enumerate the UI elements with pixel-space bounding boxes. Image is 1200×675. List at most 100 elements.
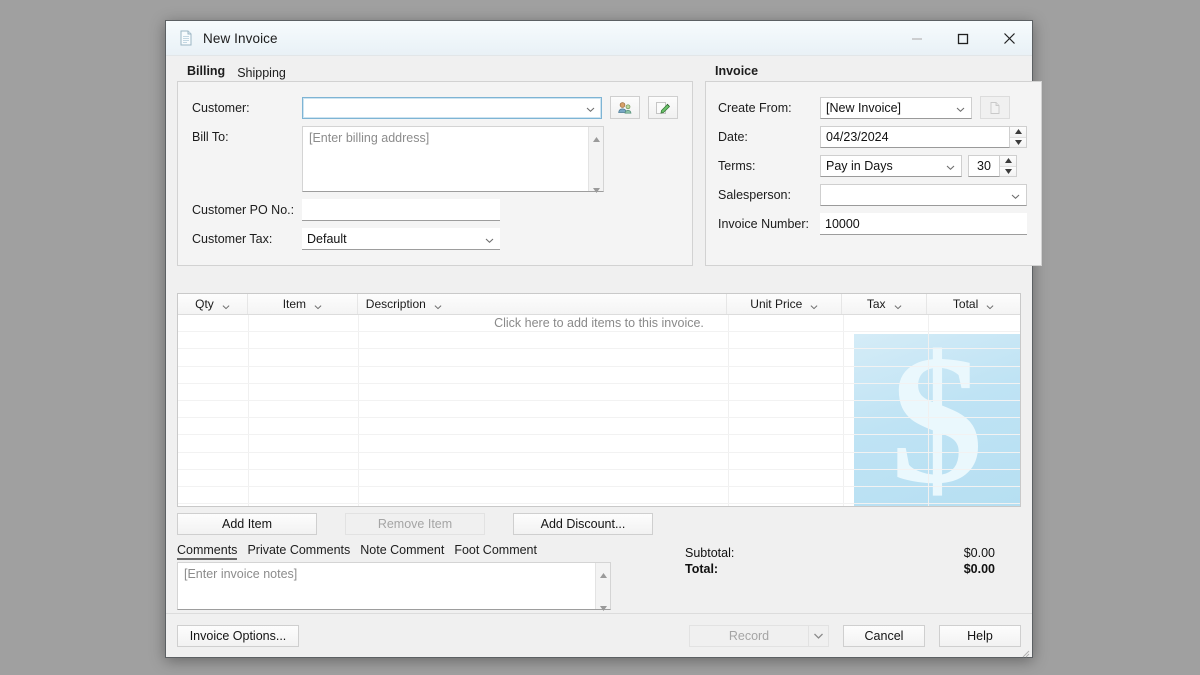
- chevron-down-icon[interactable]: [222, 300, 230, 310]
- billing-panel: Customer: Bill To: [Enter billing addres…: [177, 81, 693, 266]
- chevron-down-icon[interactable]: [314, 300, 322, 310]
- add-item-button[interactable]: Add Item: [177, 513, 317, 535]
- terms-days-input[interactable]: 30: [968, 155, 1000, 177]
- comments-textarea[interactable]: [Enter invoice notes]: [177, 562, 611, 611]
- add-discount-button[interactable]: Add Discount...: [513, 513, 653, 535]
- customer-po-input[interactable]: [302, 199, 500, 221]
- create-from-open-button[interactable]: [980, 96, 1010, 119]
- maximize-button[interactable]: [940, 21, 986, 56]
- terms-days-stepper[interactable]: [1000, 155, 1017, 177]
- customer-tax-select[interactable]: Default: [302, 228, 500, 250]
- total-label: Total:: [685, 562, 719, 576]
- terms-days-stepper-up[interactable]: [1000, 156, 1016, 167]
- remove-item-button[interactable]: Remove Item: [345, 513, 485, 535]
- record-dropdown-button[interactable]: [809, 624, 829, 647]
- table-row[interactable]: [178, 453, 1020, 470]
- resize-grip-icon[interactable]: [1020, 645, 1030, 658]
- chevron-down-icon[interactable]: [810, 300, 818, 310]
- record-split-button: Record: [689, 624, 829, 647]
- chevron-down-icon: [485, 234, 494, 243]
- invoice-number-input[interactable]: 10000: [820, 213, 1027, 235]
- chevron-down-icon: [586, 103, 595, 112]
- date-row: Date: 04/23/2024: [718, 126, 1027, 148]
- create-from-value: [New Invoice]: [826, 100, 902, 115]
- items-grid-empty-hint[interactable]: Click here to add items to this invoice.: [178, 316, 1020, 330]
- terms-value: Pay in Days: [826, 159, 893, 173]
- table-row[interactable]: [178, 435, 1020, 453]
- tab-foot-comment[interactable]: Foot Comment: [454, 543, 537, 560]
- record-button[interactable]: Record: [689, 624, 809, 647]
- scroll-down-icon[interactable]: [592, 181, 601, 193]
- total-value: $0.00: [963, 562, 995, 576]
- comments-scrollbar[interactable]: [595, 563, 610, 611]
- chevron-down-icon[interactable]: [986, 300, 994, 310]
- terms-select[interactable]: Pay in Days: [820, 155, 962, 177]
- invoice-tabstrip: Invoice: [705, 61, 765, 83]
- comments-placeholder: [Enter invoice notes]: [184, 567, 298, 581]
- help-button[interactable]: Help: [939, 624, 1021, 647]
- comments-and-totals: Comments Private Comments Note Comment F…: [177, 543, 1021, 611]
- customer-input[interactable]: [302, 96, 602, 119]
- tab-invoice[interactable]: Invoice: [709, 63, 765, 83]
- date-stepper[interactable]: [1010, 126, 1027, 148]
- column-header-qty[interactable]: Qty: [178, 294, 248, 314]
- column-header-item[interactable]: Item: [248, 294, 358, 314]
- customer-edit-button[interactable]: [648, 96, 678, 119]
- table-row[interactable]: [178, 332, 1020, 350]
- tab-billing[interactable]: Billing: [181, 63, 232, 83]
- create-from-select[interactable]: [New Invoice]: [820, 96, 972, 119]
- terms-row: Terms: Pay in Days 30: [718, 155, 1027, 177]
- terms-days-stepper-down[interactable]: [1000, 166, 1016, 176]
- chevron-down-icon[interactable]: [894, 300, 902, 310]
- table-row[interactable]: [178, 401, 1020, 419]
- items-grid[interactable]: $ Qty Item Description Unit Price Tax Total C…: [177, 293, 1021, 507]
- salesperson-select[interactable]: [820, 184, 1027, 206]
- column-header-description[interactable]: Description: [358, 294, 728, 314]
- pencil-edit-icon: [656, 101, 671, 114]
- table-row[interactable]: [178, 418, 1020, 436]
- tab-private-comments[interactable]: Private Comments: [247, 543, 350, 560]
- table-row[interactable]: [178, 367, 1020, 384]
- document-icon: [178, 30, 194, 46]
- totals-block: Subtotal: $0.00 Total: $0.00: [611, 543, 1021, 610]
- date-label: Date:: [718, 130, 748, 144]
- bill-to-placeholder: [Enter billing address]: [309, 131, 430, 145]
- tab-comments[interactable]: Comments: [177, 543, 238, 560]
- create-from-row: Create From: [New Invoice]: [718, 96, 1027, 119]
- comments-block: Comments Private Comments Note Comment F…: [177, 543, 611, 611]
- table-row[interactable]: [178, 349, 1020, 367]
- customer-tax-label: Customer Tax:: [192, 232, 273, 246]
- items-grid-header: Qty Item Description Unit Price Tax Total: [178, 294, 1020, 315]
- date-stepper-down[interactable]: [1010, 137, 1026, 147]
- column-header-unit-price[interactable]: Unit Price: [727, 294, 843, 314]
- tab-note-comment[interactable]: Note Comment: [360, 543, 444, 560]
- date-value: 04/23/2024: [826, 130, 889, 144]
- date-stepper-up[interactable]: [1010, 127, 1026, 138]
- customer-label: Customer:: [192, 100, 250, 115]
- chevron-down-icon: [1011, 190, 1020, 200]
- contacts-icon: [618, 101, 632, 114]
- table-row[interactable]: [178, 470, 1020, 487]
- scroll-down-icon[interactable]: [599, 599, 608, 611]
- customer-row: Customer:: [192, 96, 678, 119]
- table-row[interactable]: [178, 487, 1020, 505]
- scroll-up-icon[interactable]: [599, 566, 608, 578]
- minimize-button[interactable]: [894, 21, 940, 56]
- scroll-up-icon[interactable]: [592, 130, 601, 142]
- date-input[interactable]: 04/23/2024: [820, 126, 1010, 148]
- close-button[interactable]: [986, 21, 1032, 56]
- table-row[interactable]: [178, 384, 1020, 401]
- bill-to-scrollbar[interactable]: [588, 127, 603, 193]
- column-header-tax[interactable]: Tax: [842, 294, 928, 314]
- chevron-down-icon[interactable]: [434, 300, 442, 310]
- customer-po-row: Customer PO No.:: [192, 199, 678, 221]
- customer-lookup-button[interactable]: [610, 96, 640, 119]
- item-buttons: Add Item Remove Item Add Discount...: [177, 513, 1021, 535]
- bill-to-label: Bill To:: [192, 130, 229, 144]
- column-header-total[interactable]: Total: [927, 294, 1020, 314]
- new-invoice-dialog: New Invoice Billing Shipping Customer: B…: [165, 20, 1042, 658]
- invoice-options-button[interactable]: Invoice Options...: [177, 624, 299, 647]
- bill-to-textarea[interactable]: [Enter billing address]: [302, 126, 604, 193]
- cancel-button[interactable]: Cancel: [843, 624, 925, 647]
- subtotal-value: $0.00: [963, 546, 995, 560]
